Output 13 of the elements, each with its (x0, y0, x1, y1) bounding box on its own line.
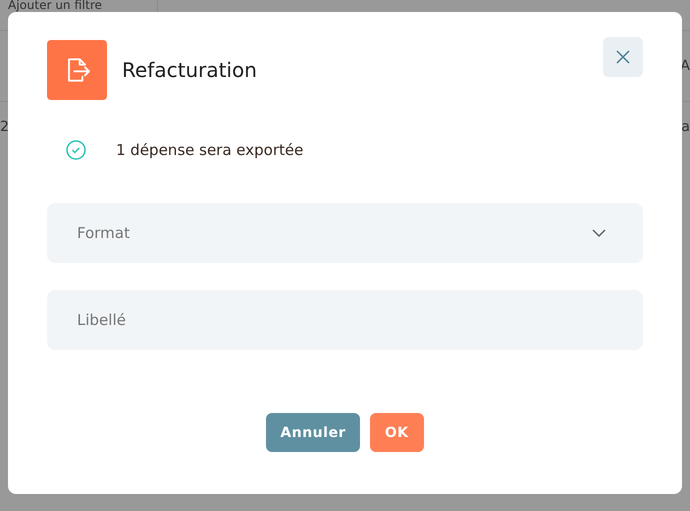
export-file-icon (47, 40, 107, 100)
format-select[interactable]: Format (47, 203, 643, 263)
check-circle-icon (66, 140, 86, 160)
dialog-title: Refacturation (122, 58, 258, 82)
close-button[interactable] (603, 37, 643, 77)
table-cell: 2 (0, 119, 9, 135)
close-icon (616, 50, 630, 64)
cancel-button[interactable]: Annuler (266, 413, 360, 452)
export-message: 1 dépense sera exportée (116, 141, 304, 159)
chevron-down-icon (592, 229, 606, 237)
ok-button[interactable]: OK (370, 413, 424, 452)
input-field[interactable]: Libellé (47, 290, 643, 350)
table-cell: a (681, 119, 690, 135)
